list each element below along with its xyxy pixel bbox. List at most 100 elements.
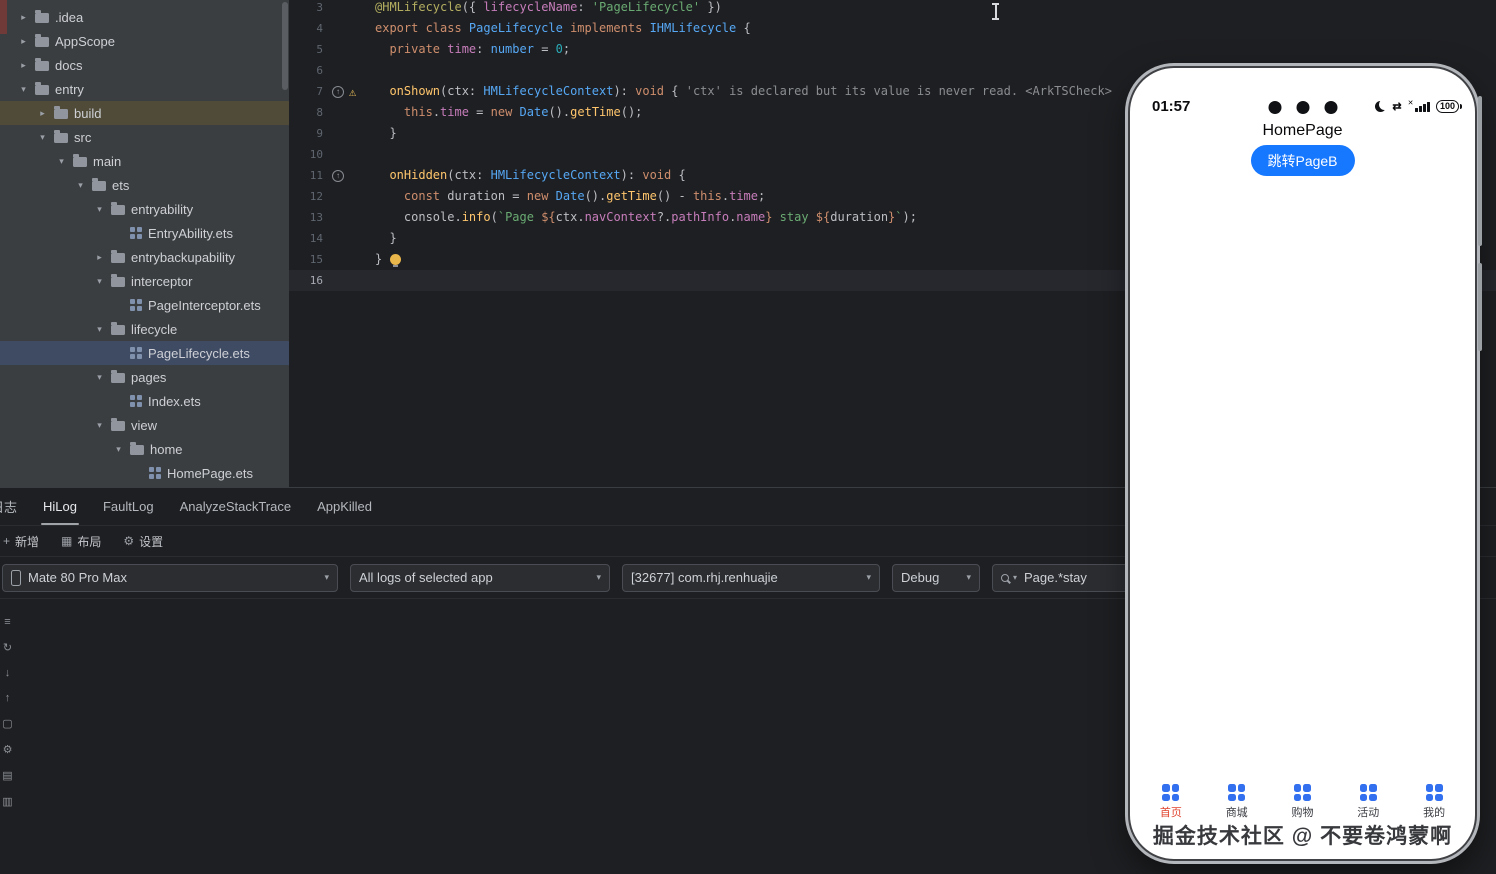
process-select[interactable]: [32677] com.rhj.renhuajie ▾	[622, 563, 880, 592]
panel-tab-1[interactable]: HiLog	[41, 499, 79, 525]
line-number[interactable]: 4	[289, 18, 323, 39]
chevron-down-icon[interactable]: ▾	[18, 84, 29, 95]
chevron-down-icon[interactable]: ▾	[94, 204, 105, 215]
tree-item-docs[interactable]: ▸ docs	[0, 53, 289, 77]
chevron-down-icon[interactable]: ▾	[75, 180, 86, 191]
tree-item-main[interactable]: ▾ main	[0, 149, 289, 173]
line-number[interactable]: 12	[289, 186, 323, 207]
line-number[interactable]: 16	[289, 270, 323, 291]
filter-icon[interactable]: ≡	[4, 616, 10, 628]
chevron-down-icon[interactable]: ▾	[94, 276, 105, 287]
phone-tab-4[interactable]: 我的	[1423, 784, 1445, 820]
line-number[interactable]: 3	[289, 0, 323, 18]
override-icon[interactable]: ↑	[332, 169, 344, 182]
code-text: onHidden(ctx: HMLifecycleContext): void …	[389, 168, 686, 182]
tree-item-label: lifecycle	[131, 321, 178, 337]
code-text: private time: number = 0;	[389, 42, 571, 56]
chevron-down-icon[interactable]: ▾	[113, 444, 124, 455]
scroll-down-icon[interactable]: ↓	[5, 667, 11, 679]
phone-tab-bar: 首页 商城 购物 活动 我的	[1138, 784, 1467, 820]
tree-item-homepage-ets[interactable]: HomePage.ets	[0, 461, 289, 485]
search-icon	[1001, 573, 1009, 582]
settings-icon[interactable]: ⚙	[3, 743, 13, 756]
chevron-right-icon[interactable]: ▸	[18, 36, 29, 47]
lightbulb-icon[interactable]	[390, 254, 402, 267]
soft-wrap-icon[interactable]: ▤	[2, 769, 12, 782]
tool-button-1[interactable]: ▦ 布局	[61, 533, 101, 550]
tree-item-entry[interactable]: ▾ entry	[0, 77, 289, 101]
code-text: @HMLifecycle({ lifecycleName: 'PageLifec…	[375, 0, 722, 14]
folder-icon	[35, 82, 49, 95]
panel-tab-2[interactable]: FaultLog	[103, 499, 154, 514]
line-number[interactable]: 8	[289, 102, 323, 123]
log-filter-search[interactable]: ▾ Page.*stay	[992, 563, 1142, 592]
tool-button-2[interactable]: ⚙ 设置	[123, 533, 163, 550]
tree-item-src[interactable]: ▾ src	[0, 125, 289, 149]
tree-item-entryability-ets[interactable]: EntryAbility.ets	[0, 221, 289, 245]
tree-item-view[interactable]: ▾ view	[0, 413, 289, 437]
line-number[interactable]: 14	[289, 228, 323, 249]
code-line[interactable]: 5 private time: number = 0;	[289, 39, 1496, 60]
chevron-down-icon[interactable]: ▾	[56, 156, 67, 167]
rerun-icon[interactable]: ↻	[3, 641, 12, 654]
code-line[interactable]: 4 export class PageLifecycle implements I…	[289, 18, 1496, 39]
code-line[interactable]: 3 @HMLifecycle({ lifecycleName: 'PageLife…	[289, 0, 1496, 18]
phone-tab-3[interactable]: 活动	[1357, 784, 1379, 820]
chevron-right-icon[interactable]: ▸	[37, 108, 48, 119]
sidebar-scrollbar[interactable]	[282, 2, 288, 90]
tree-item-appscope[interactable]: ▸ AppScope	[0, 29, 289, 53]
panel-tab-3[interactable]: AnalyzeStackTrace	[180, 499, 292, 514]
tree-item-entrybackupability[interactable]: ▸ entrybackupability	[0, 245, 289, 269]
line-number[interactable]: 9	[289, 123, 323, 144]
no-sim-icon: ✕	[1407, 99, 1414, 107]
tree-item--idea[interactable]: ▸ .idea	[0, 5, 289, 29]
panel-tab-4[interactable]: AppKilled	[317, 499, 372, 514]
line-number[interactable]: 7	[289, 81, 323, 102]
line-number[interactable]: 11	[289, 165, 323, 186]
log-scope-select[interactable]: All logs of selected app ▾	[350, 563, 610, 592]
clear-log-icon[interactable]: ▢	[2, 717, 12, 730]
tree-item-pages[interactable]: ▾ pages	[0, 365, 289, 389]
chevron-right-icon[interactable]: ▸	[18, 60, 29, 71]
tree-item-index-ets[interactable]: Index.ets	[0, 389, 289, 413]
phone-tab-2[interactable]: 购物	[1291, 784, 1313, 820]
warning-icon[interactable]: ⚠	[349, 85, 356, 99]
tree-item-label: PageInterceptor.ets	[148, 297, 261, 313]
layout-icon[interactable]: ▥	[2, 795, 12, 808]
jump-pageb-button[interactable]: 跳转PageB	[1250, 145, 1355, 176]
tree-item-entryability[interactable]: ▾ entryability	[0, 197, 289, 221]
data-transfer-icon: ⇄	[1392, 100, 1402, 113]
line-number[interactable]: 6	[289, 60, 323, 81]
tree-item-label: .idea	[55, 9, 84, 25]
device-select[interactable]: Mate 80 Pro Max ▾	[2, 563, 338, 592]
tree-item-home[interactable]: ▾ home	[0, 437, 289, 461]
chevron-down-icon[interactable]: ▾	[94, 372, 105, 383]
gutter-icons	[323, 102, 375, 123]
line-number[interactable]: 13	[289, 207, 323, 228]
panel-tab-0[interactable]: 日志	[0, 497, 17, 516]
chevron-right-icon[interactable]: ▸	[94, 252, 105, 263]
line-number[interactable]: 15	[289, 249, 323, 270]
dropdown-value: Mate 80 Pro Max	[28, 570, 127, 585]
tree-item-interceptor[interactable]: ▾ interceptor	[0, 269, 289, 293]
tree-item-pageinterceptor-ets[interactable]: PageInterceptor.ets	[0, 293, 289, 317]
gutter-icons	[323, 123, 375, 144]
page-title: HomePage	[1262, 122, 1343, 139]
override-icon[interactable]: ↑	[332, 85, 344, 98]
tree-item-ets[interactable]: ▾ ets	[0, 173, 289, 197]
chevron-down-icon: ▾	[866, 572, 871, 582]
phone-tab-1[interactable]: 商城	[1226, 784, 1248, 820]
tree-item-build[interactable]: ▸ build	[0, 101, 289, 125]
tool-button-0[interactable]: + 新增	[3, 533, 39, 550]
tree-item-pagelifecycle-ets[interactable]: PageLifecycle.ets	[0, 341, 289, 365]
chevron-down-icon[interactable]: ▾	[94, 420, 105, 431]
scroll-up-icon[interactable]: ↑	[5, 692, 11, 704]
tree-item-lifecycle[interactable]: ▾ lifecycle	[0, 317, 289, 341]
log-level-select[interactable]: Debug ▾	[892, 563, 980, 592]
chevron-right-icon[interactable]: ▸	[18, 12, 29, 23]
phone-tab-0[interactable]: 首页	[1160, 784, 1182, 820]
line-number[interactable]: 5	[289, 39, 323, 60]
chevron-down-icon[interactable]: ▾	[94, 324, 105, 335]
chevron-down-icon[interactable]: ▾	[37, 132, 48, 143]
line-number[interactable]: 10	[289, 144, 323, 165]
